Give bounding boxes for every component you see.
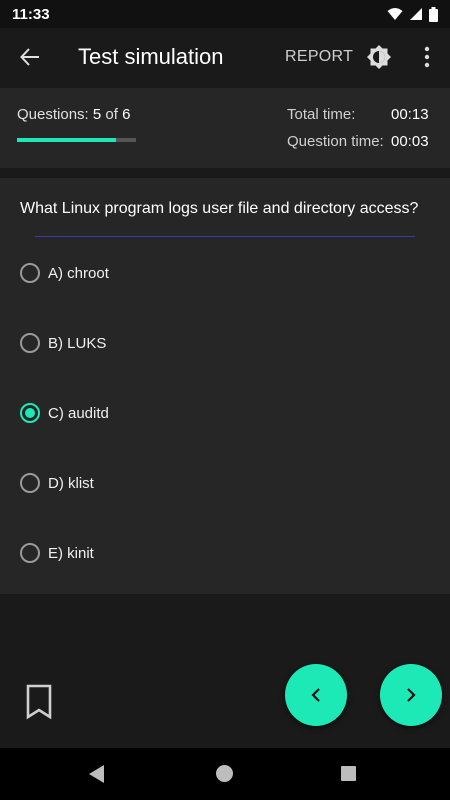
option-d[interactable]: D) klist	[0, 458, 450, 508]
status-bar: 11:33	[0, 0, 450, 28]
signal-icon	[410, 8, 422, 20]
total-question-number: 6	[122, 106, 131, 123]
page-title: Test simulation	[78, 44, 224, 69]
back-button[interactable]	[0, 28, 60, 86]
chevron-right-icon	[407, 688, 416, 702]
option-label: C) auditd	[48, 404, 109, 422]
arrow-left-icon	[20, 48, 39, 66]
questions-prefix: Questions:	[17, 106, 89, 123]
battery-icon	[429, 6, 438, 22]
radio-button-selected[interactable]	[20, 403, 40, 423]
current-question-number: 5	[92, 106, 102, 123]
question-time-value: 00:03	[391, 133, 429, 150]
question-card: What Linux program logs user file and di…	[0, 178, 450, 594]
brightness-icon[interactable]	[366, 44, 392, 70]
status-icons	[387, 6, 438, 22]
chevron-left-icon	[311, 688, 320, 702]
progress-card: Questions: 5 of 6 Total time: 00:13 Ques…	[0, 88, 450, 168]
option-label: E) kinit	[48, 544, 94, 562]
total-time-value: 00:13	[391, 106, 429, 123]
radio-button[interactable]	[20, 333, 40, 353]
system-navigation-bar	[0, 748, 450, 800]
more-vert-icon[interactable]	[418, 44, 436, 70]
progress-bar	[17, 138, 136, 142]
previous-question-button[interactable]	[285, 664, 347, 726]
report-button[interactable]: REPORT	[285, 48, 353, 66]
progress-bar-fill	[17, 138, 116, 142]
option-a[interactable]: A) chroot	[0, 248, 450, 298]
option-c[interactable]: C) auditd	[0, 388, 450, 438]
option-b[interactable]: B) LUKS	[0, 318, 450, 368]
option-e[interactable]: E) kinit	[0, 528, 450, 578]
app-bar: Test simulation REPORT	[0, 28, 450, 86]
wifi-icon	[387, 8, 403, 20]
option-label: B) LUKS	[48, 334, 107, 352]
radio-button[interactable]	[20, 543, 40, 563]
of-word: of	[105, 106, 118, 123]
bookmark-outline-icon[interactable]	[24, 684, 54, 720]
option-label: A) chroot	[48, 264, 109, 282]
nav-home-icon[interactable]	[216, 765, 233, 782]
radio-button[interactable]	[20, 473, 40, 493]
nav-back-icon[interactable]	[88, 764, 106, 784]
status-time: 11:33	[12, 5, 50, 23]
option-label: D) klist	[48, 474, 94, 492]
nav-recents-icon[interactable]	[341, 766, 356, 781]
question-time-label: Question time:	[287, 133, 384, 150]
next-question-button[interactable]	[380, 664, 442, 726]
question-divider	[35, 236, 415, 237]
question-text: What Linux program logs user file and di…	[20, 200, 419, 217]
total-time-label: Total time:	[287, 106, 356, 123]
radio-button[interactable]	[20, 263, 40, 283]
questions-counter: Questions: 5 of 6	[17, 106, 130, 123]
